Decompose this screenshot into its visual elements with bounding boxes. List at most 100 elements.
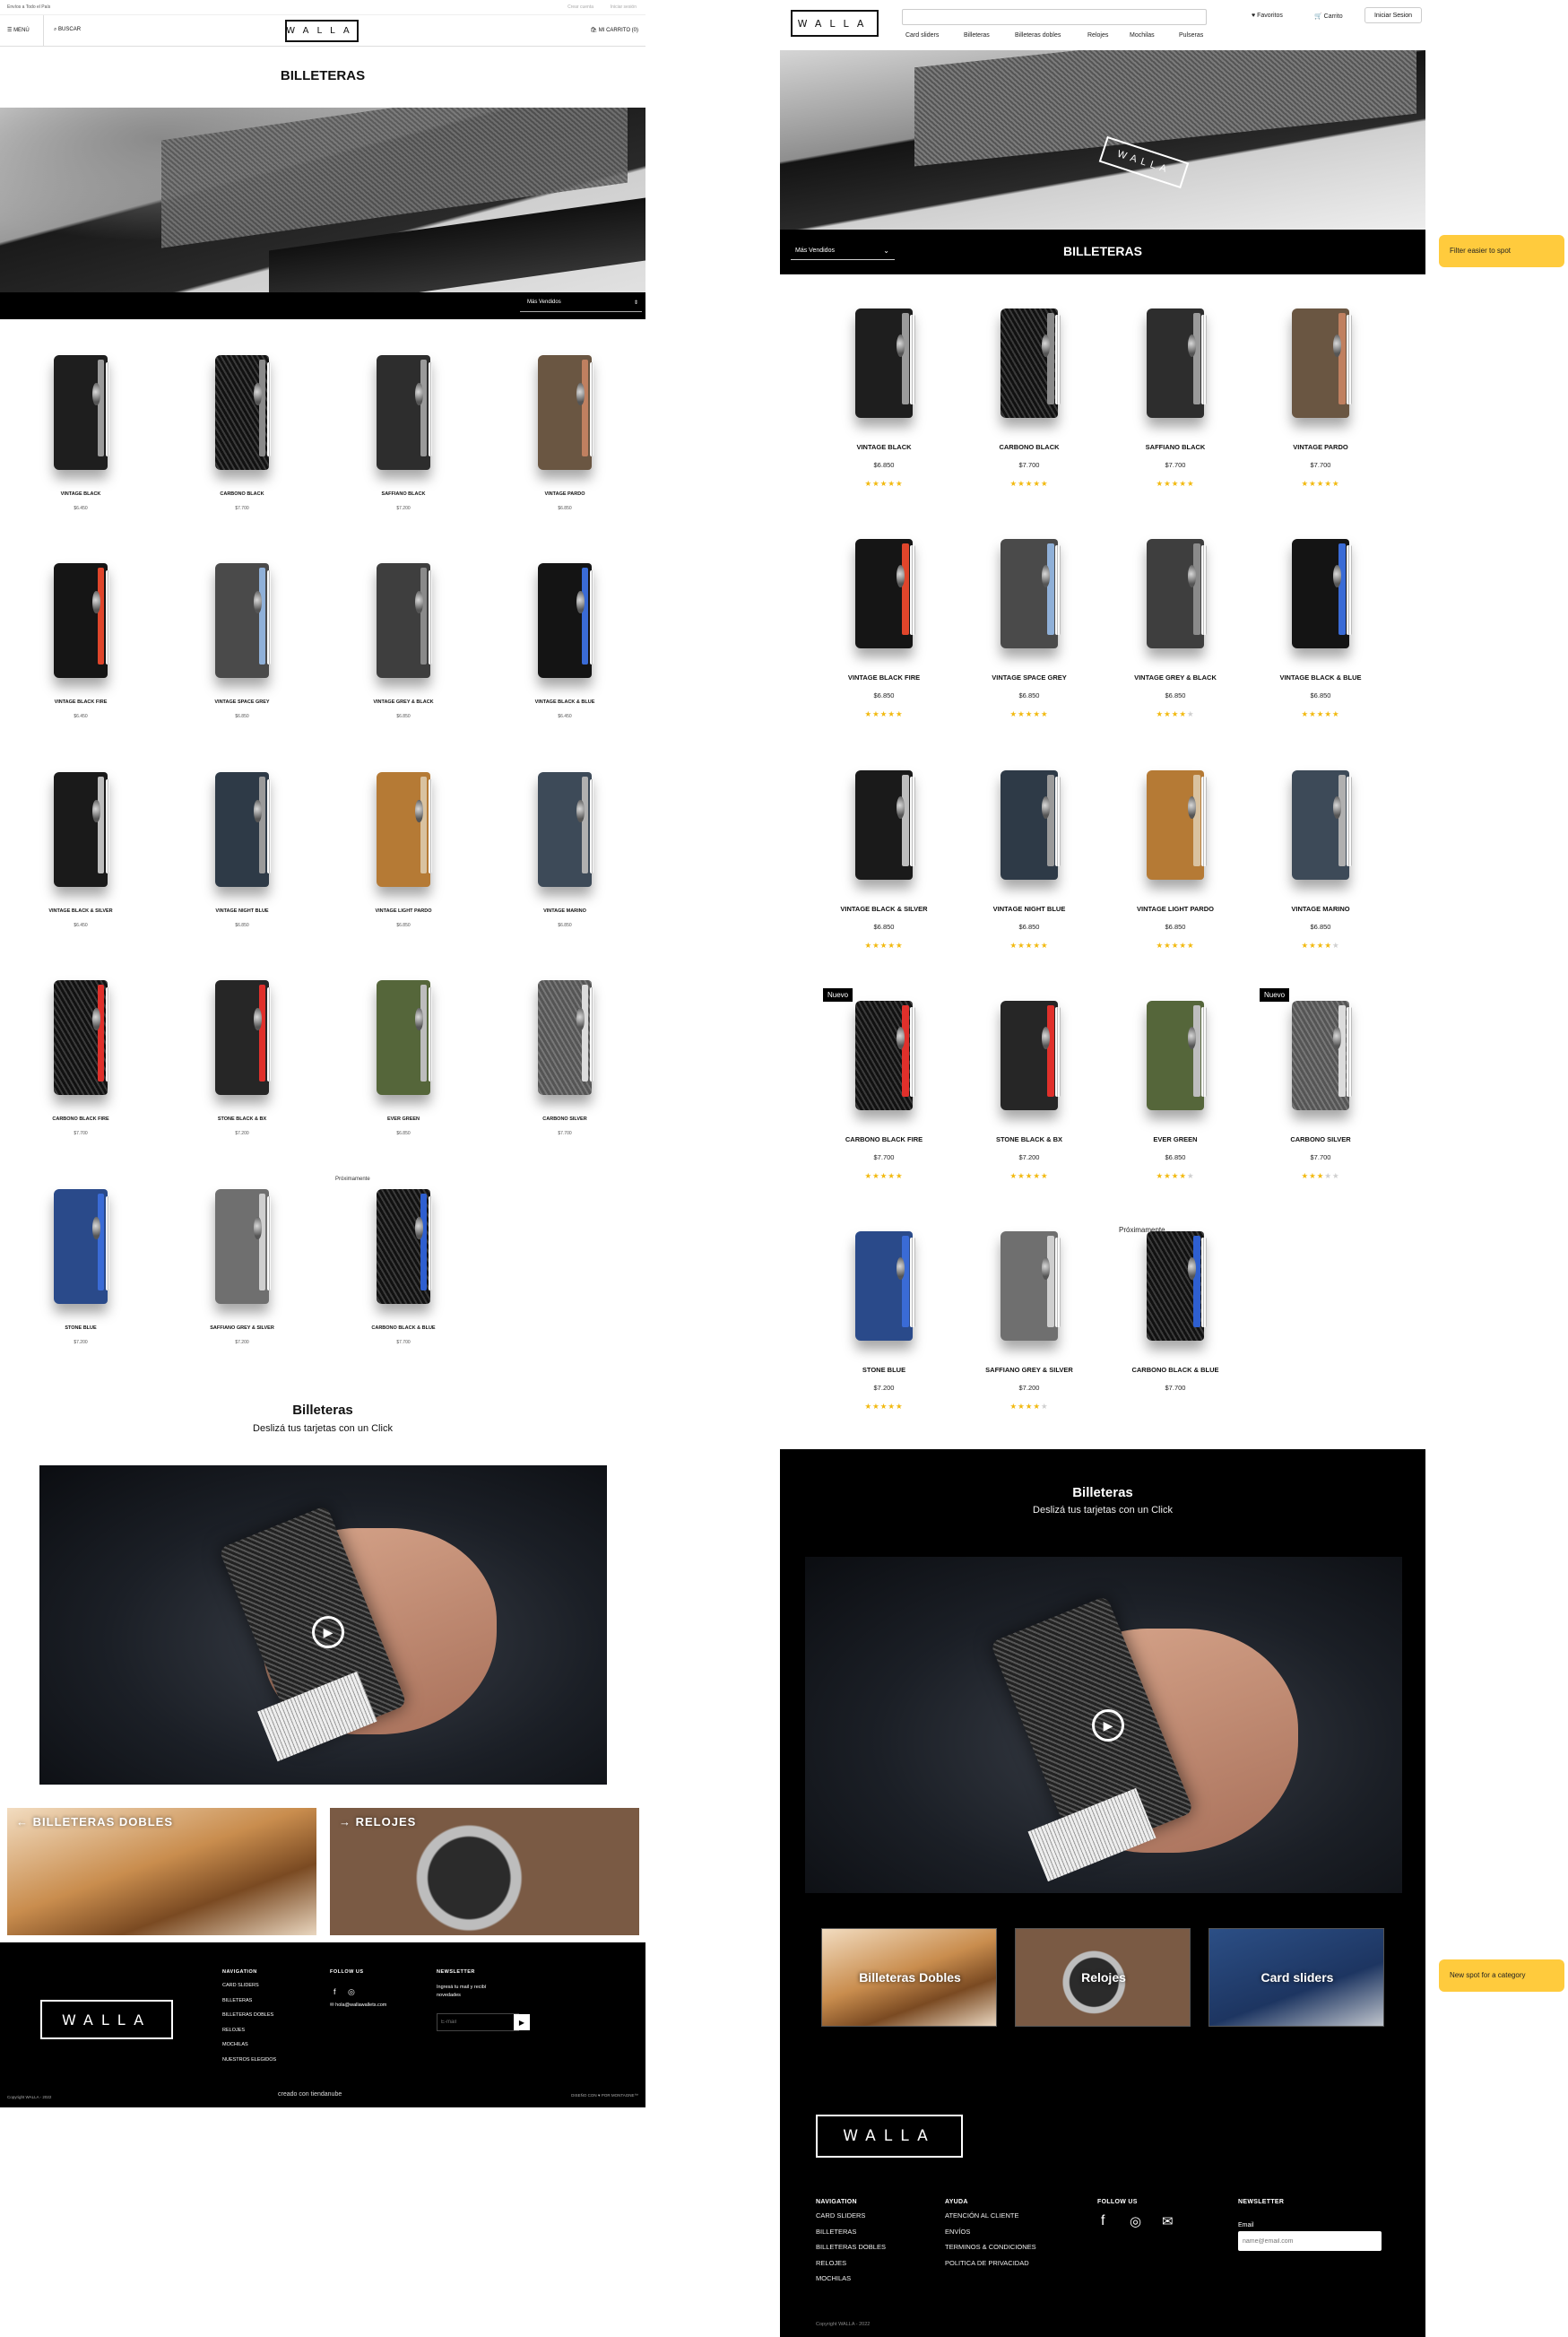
product-name[interactable]: CARBONO BLACK FIRE <box>0 1116 161 1122</box>
product-name[interactable]: VINTAGE BLACK & BLUE <box>1249 673 1392 682</box>
product-image[interactable] <box>1292 308 1352 418</box>
category-card-relojes[interactable]: → RELOJES <box>330 1808 639 1935</box>
product-name[interactable]: VINTAGE PARDO <box>484 491 645 497</box>
newsletter-email-input[interactable] <box>1238 2231 1382 2251</box>
facebook-icon[interactable]: f <box>334 1987 336 1996</box>
newsletter-submit-button[interactable]: ▶ <box>514 2014 530 2030</box>
product-name[interactable]: SAFFIANO BLACK <box>323 491 484 497</box>
play-icon[interactable]: ▶ <box>312 1616 344 1648</box>
nav-item-billeteras[interactable]: Billeteras <box>964 32 990 39</box>
product-name[interactable]: EVER GREEN <box>1104 1135 1247 1143</box>
product-name[interactable]: VINTAGE BLACK & SILVER <box>0 908 161 914</box>
product-name[interactable]: STONE BLACK & BX <box>957 1135 1101 1143</box>
product-name[interactable]: VINTAGE LIGHT PARDO <box>1104 905 1247 913</box>
product-image[interactable] <box>1001 539 1061 648</box>
product-image[interactable] <box>1147 1001 1207 1110</box>
login-link[interactable]: Iniciar sesión <box>611 4 637 10</box>
login-button[interactable]: Iniciar Sesion <box>1364 7 1422 23</box>
product-image[interactable] <box>538 772 594 887</box>
product-video[interactable]: ▶ <box>39 1465 607 1785</box>
made-with-credit[interactable]: creado con tiendanube <box>278 2091 342 2098</box>
cart-button[interactable]: 🛍 MI CARRITO (0) <box>590 27 638 33</box>
footer-link[interactable]: ATENCIÓN AL CLIENTE <box>945 2208 1036 2224</box>
product-name[interactable]: STONE BLUE <box>812 1366 956 1374</box>
product-image[interactable] <box>1147 539 1207 648</box>
product-name[interactable]: CARBONO BLACK <box>161 491 323 497</box>
footer-link[interactable]: BILLETERAS <box>222 1994 276 2009</box>
product-image[interactable] <box>1001 308 1061 418</box>
product-name[interactable]: VINTAGE MARINO <box>484 908 645 914</box>
product-image[interactable] <box>1001 770 1061 880</box>
newsletter-email-input[interactable] <box>437 2013 519 2031</box>
product-name[interactable]: STONE BLACK & BX <box>161 1116 323 1122</box>
footer-link[interactable]: TERMINOS & CONDICIONES <box>945 2239 1036 2255</box>
product-name[interactable]: VINTAGE BLACK FIRE <box>0 699 161 705</box>
product-name[interactable]: VINTAGE NIGHT BLUE <box>957 905 1101 913</box>
product-name[interactable]: VINTAGE BLACK & BLUE <box>484 699 645 705</box>
favorites-button[interactable]: ♥ Favoritos <box>1252 13 1283 19</box>
product-name[interactable]: VINTAGE SPACE GREY <box>161 699 323 705</box>
product-name[interactable]: VINTAGE SPACE GREY <box>957 673 1101 682</box>
sort-select[interactable]: Más Vendidos ⇕ <box>520 300 642 312</box>
footer-link[interactable]: RELOJES <box>222 2023 276 2038</box>
site-logo[interactable]: WALLA <box>285 20 359 42</box>
footer-link[interactable]: BILLETERAS DOBLES <box>816 2239 886 2255</box>
nav-item-card-sliders[interactable]: Card sliders <box>905 32 939 39</box>
product-name[interactable]: EVER GREEN <box>323 1116 484 1122</box>
product-name[interactable]: CARBONO SILVER <box>484 1116 645 1122</box>
product-video[interactable]: ▶ <box>805 1557 1402 1893</box>
product-image[interactable] <box>855 1231 915 1341</box>
product-image[interactable] <box>855 1001 915 1110</box>
product-image[interactable] <box>54 980 110 1095</box>
product-image[interactable] <box>1292 1001 1352 1110</box>
product-name[interactable]: VINTAGE NIGHT BLUE <box>161 908 323 914</box>
footer-link[interactable]: ENVÍOS <box>945 2224 1036 2240</box>
footer-link[interactable]: BILLETERAS DOBLES <box>222 2008 276 2023</box>
product-name[interactable]: SAFFIANO BLACK <box>1104 443 1247 451</box>
footer-link[interactable]: CARD SLIDERS <box>222 1978 276 1994</box>
product-image[interactable] <box>538 355 594 470</box>
category-card-relojes[interactable]: Relojes <box>1015 1928 1191 2027</box>
footer-link[interactable]: NUESTROS ELEGIDOS <box>222 2053 276 2068</box>
product-image[interactable] <box>215 772 272 887</box>
product-image[interactable] <box>377 563 433 678</box>
search-button[interactable]: ⌕ BUSCAR <box>54 27 81 33</box>
category-card-billeteras-dobles[interactable]: Billeteras Dobles <box>821 1928 997 2027</box>
facebook-icon[interactable]: f <box>1101 2213 1105 2229</box>
footer-link[interactable]: MOCHILAS <box>222 2037 276 2053</box>
product-image[interactable] <box>54 563 110 678</box>
product-image[interactable] <box>215 1189 272 1304</box>
product-image[interactable] <box>1292 539 1352 648</box>
play-icon[interactable]: ▶ <box>1092 1709 1124 1742</box>
product-image[interactable] <box>377 772 433 887</box>
product-image[interactable] <box>54 355 110 470</box>
product-image[interactable] <box>377 980 433 1095</box>
product-image[interactable] <box>215 980 272 1095</box>
footer-email[interactable]: ✉ hola@wallawallets.com <box>330 2003 386 2008</box>
product-image[interactable] <box>377 1189 433 1304</box>
product-name[interactable]: VINTAGE MARINO <box>1249 905 1392 913</box>
category-card-billeteras-dobles[interactable]: ← BILLETERAS DOBLES <box>7 1808 316 1935</box>
create-account-link[interactable]: Crear cuenta <box>567 4 593 10</box>
nav-item-billeteras-dobles[interactable]: Billeteras dobles <box>1015 32 1061 39</box>
footer-logo[interactable]: WALLA <box>40 2000 173 2039</box>
product-name[interactable]: CARBONO BLACK & BLUE <box>1104 1366 1247 1374</box>
product-image[interactable] <box>855 539 915 648</box>
product-name[interactable]: VINTAGE BLACK <box>812 443 956 451</box>
design-credit[interactable]: DISEÑO CON ♥ POR MONTAGNE™ <box>571 2093 638 2098</box>
product-name[interactable]: CARBONO SILVER <box>1249 1135 1392 1143</box>
product-name[interactable]: VINTAGE PARDO <box>1249 443 1392 451</box>
product-image[interactable] <box>538 563 594 678</box>
footer-logo[interactable]: WALLA <box>816 2115 963 2158</box>
nav-item-pulseras[interactable]: Pulseras <box>1179 32 1203 39</box>
cart-button[interactable]: 🛒 Carrito <box>1314 13 1343 20</box>
product-image[interactable] <box>1147 308 1207 418</box>
product-image[interactable] <box>54 772 110 887</box>
product-name[interactable]: VINTAGE BLACK FIRE <box>812 673 956 682</box>
instagram-icon[interactable]: ◎ <box>1130 2213 1141 2229</box>
product-name[interactable]: SAFFIANO GREY & SILVER <box>957 1366 1101 1374</box>
footer-link[interactable]: POLITICA DE PRIVACIDAD <box>945 2255 1036 2272</box>
product-image[interactable] <box>855 308 915 418</box>
product-name[interactable]: CARBONO BLACK & BLUE <box>323 1325 484 1331</box>
footer-link[interactable]: BILLETERAS <box>816 2224 886 2240</box>
